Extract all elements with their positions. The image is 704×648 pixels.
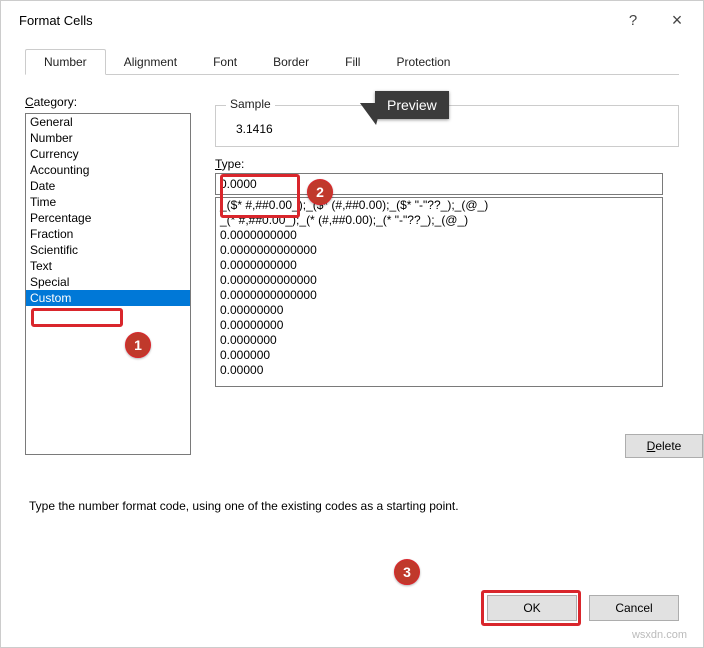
tab-border[interactable]: Border — [255, 50, 327, 74]
category-item-percentage[interactable]: Percentage — [26, 210, 190, 226]
category-panel: Category: General Number Currency Accoun… — [25, 95, 195, 455]
sample-value: 3.1416 — [230, 116, 664, 136]
tab-alignment[interactable]: Alignment — [106, 50, 195, 74]
category-item-special[interactable]: Special — [26, 274, 190, 290]
category-item-custom[interactable]: Custom — [26, 290, 190, 306]
close-button[interactable]: × — [655, 5, 699, 35]
type-label: Type: — [215, 157, 244, 171]
dialog-buttons: OK Cancel — [487, 595, 679, 621]
format-item[interactable]: 0.0000000000 — [216, 258, 662, 273]
tab-font[interactable]: Font — [195, 50, 255, 74]
category-item-scientific[interactable]: Scientific — [26, 242, 190, 258]
format-item[interactable]: 0.0000000000000 — [216, 288, 662, 303]
category-item-time[interactable]: Time — [26, 194, 190, 210]
tab-body: Category: General Number Currency Accoun… — [25, 75, 679, 455]
format-item[interactable]: 0.00000000 — [216, 303, 662, 318]
format-item[interactable]: 0.0000000 — [216, 333, 662, 348]
preview-annotation: Preview — [375, 91, 449, 119]
hint-text: Type the number format code, using one o… — [29, 499, 459, 513]
category-item-date[interactable]: Date — [26, 178, 190, 194]
format-item[interactable]: _(* #,##0.00_);_(* (#,##0.00);_(* "-"??_… — [216, 213, 662, 228]
tab-fill[interactable]: Fill — [327, 50, 378, 74]
window-title: Format Cells — [19, 13, 611, 28]
sample-label: Sample — [226, 97, 275, 111]
tab-number[interactable]: Number — [25, 49, 106, 75]
category-item-accounting[interactable]: Accounting — [26, 162, 190, 178]
category-item-fraction[interactable]: Fraction — [26, 226, 190, 242]
main-panel: Sample 3.1416 Type: _($* #,##0.00_);_($*… — [215, 95, 679, 455]
ok-button[interactable]: OK — [487, 595, 577, 621]
title-bar: Format Cells ? × — [1, 1, 703, 39]
format-item[interactable]: 0.0000000000 — [216, 228, 662, 243]
format-item[interactable]: 0.0000000000000 — [216, 273, 662, 288]
watermark: wsxdn.com — [632, 629, 687, 641]
format-item[interactable]: _($* #,##0.00_);_($* (#,##0.00);_($* "-"… — [216, 198, 662, 213]
format-item[interactable]: 0.000000 — [216, 348, 662, 363]
category-item-general[interactable]: General — [26, 114, 190, 130]
badge-3: 3 — [394, 559, 420, 585]
category-item-number[interactable]: Number — [26, 130, 190, 146]
type-input[interactable] — [215, 173, 663, 195]
cancel-button[interactable]: Cancel — [589, 595, 679, 621]
help-button[interactable]: ? — [611, 5, 655, 35]
category-listbox[interactable]: General Number Currency Accounting Date … — [25, 113, 191, 455]
format-item[interactable]: 0.00000000 — [216, 318, 662, 333]
category-label: Category: — [25, 95, 77, 109]
format-list[interactable]: _($* #,##0.00_);_($* (#,##0.00);_($* "-"… — [215, 197, 663, 387]
format-item[interactable]: 0.00000 — [216, 363, 662, 378]
format-cells-dialog: Format Cells ? × Number Alignment Font B… — [0, 0, 704, 648]
dialog-content: Number Alignment Font Border Fill Protec… — [1, 39, 703, 455]
tab-protection[interactable]: Protection — [378, 50, 468, 74]
format-item[interactable]: 0.0000000000000 — [216, 243, 662, 258]
category-item-text[interactable]: Text — [26, 258, 190, 274]
delete-button[interactable]: Delete — [625, 434, 703, 458]
type-row: Type: _($* #,##0.00_);_($* (#,##0.00);_(… — [215, 157, 679, 387]
tab-strip: Number Alignment Font Border Fill Protec… — [25, 49, 679, 75]
category-item-currency[interactable]: Currency — [26, 146, 190, 162]
